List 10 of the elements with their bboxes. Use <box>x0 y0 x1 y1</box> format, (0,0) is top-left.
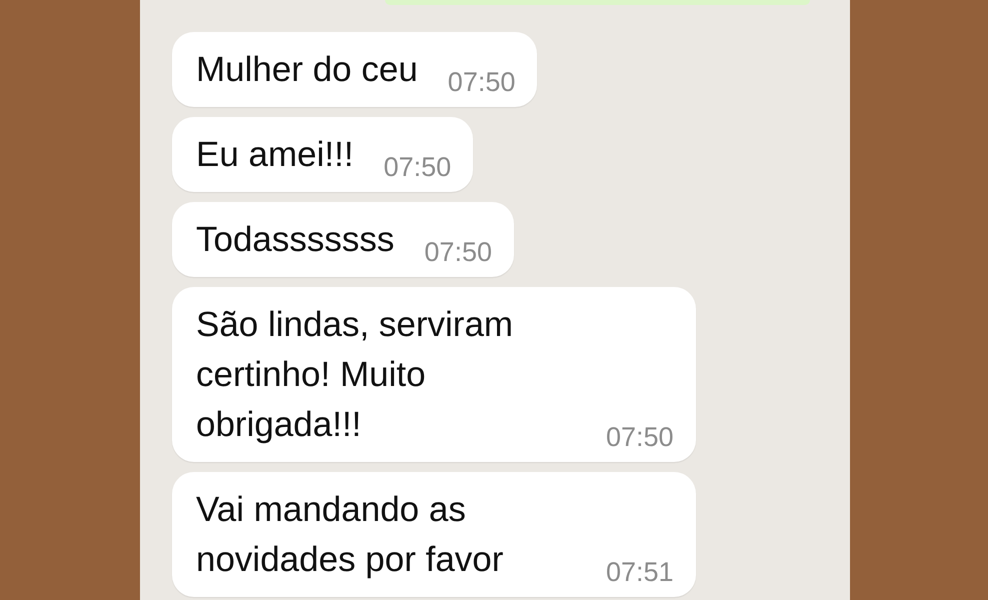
message-text: São lindas, serviram certinho! Muito obrigada!!! <box>196 304 514 446</box>
message-time: 07:50 <box>424 236 492 269</box>
message-time: 07:51 <box>606 556 674 589</box>
message-text: Eu amei!!! <box>196 134 354 176</box>
message-text: Mulher do ceu <box>196 49 418 91</box>
message-time: 07:50 <box>384 151 452 184</box>
message-time: 07:50 <box>448 66 516 99</box>
message-text: Todasssssss <box>196 219 394 261</box>
message-time: 07:50 <box>606 421 674 454</box>
message-text: Vai mandando as novidades por favor <box>196 489 504 581</box>
